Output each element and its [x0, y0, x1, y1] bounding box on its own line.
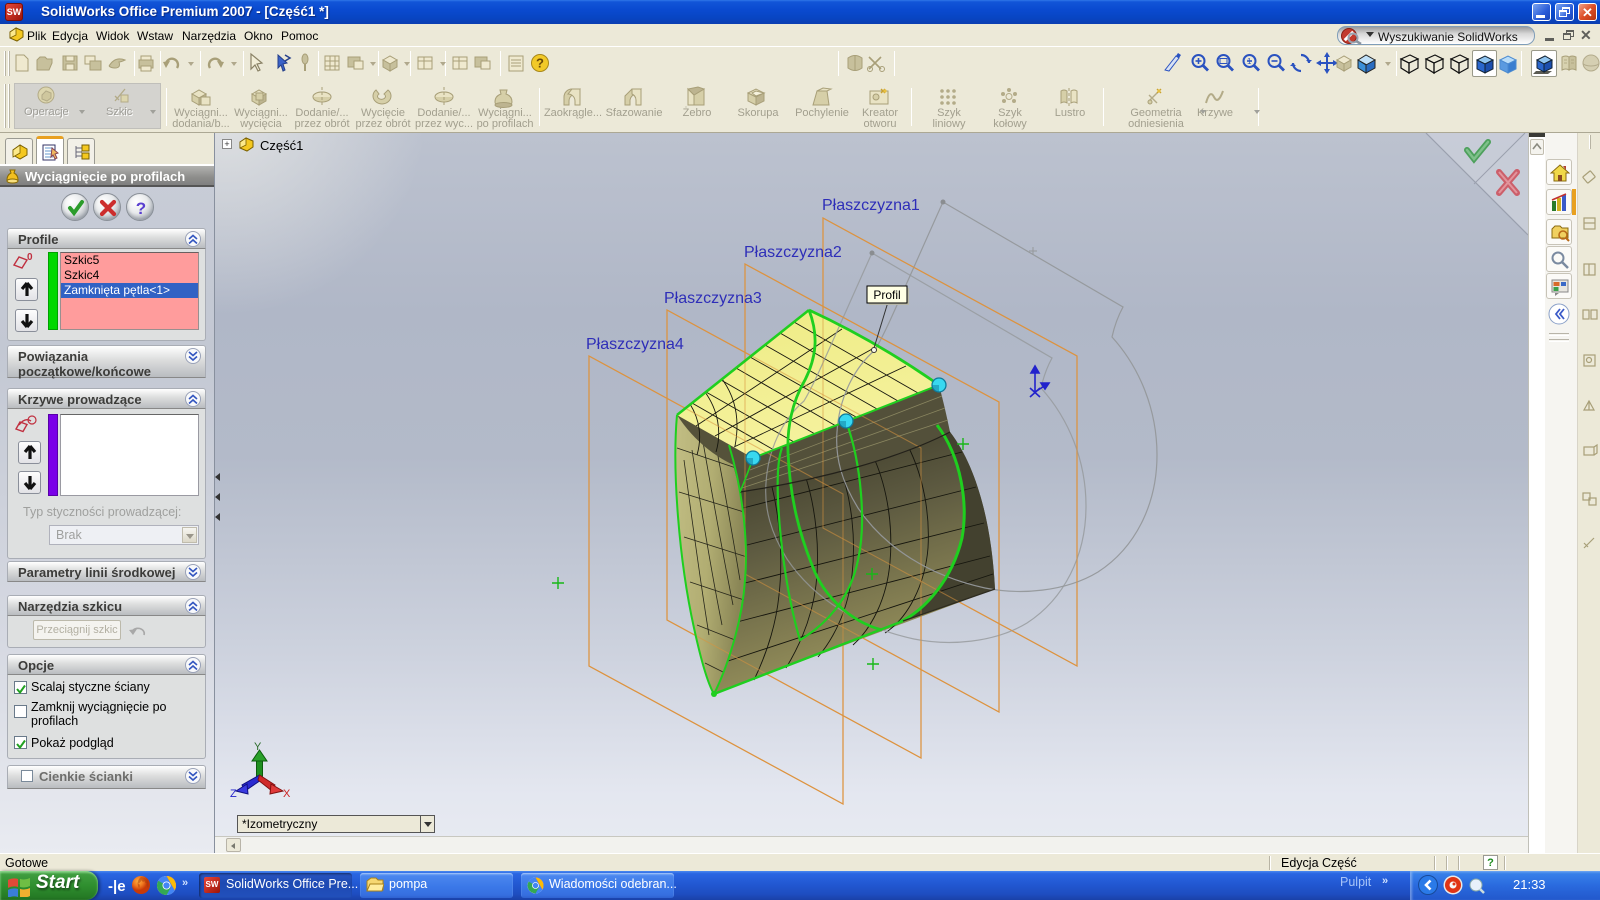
svg-text:-|e: -|e — [108, 878, 126, 895]
svg-text:?: ? — [536, 56, 544, 71]
svg-text:Profil: Profil — [873, 288, 900, 302]
svg-text:Płaszczyzna1: Płaszczyzna1 — [822, 197, 920, 214]
svg-text:0: 0 — [27, 252, 33, 263]
svg-text:X: X — [283, 788, 291, 800]
svg-text:?: ? — [136, 199, 146, 218]
svg-text:Płaszczyzna2: Płaszczyzna2 — [744, 244, 842, 261]
svg-text:Z: Z — [230, 788, 237, 800]
svg-text:Płaszczyzna3: Płaszczyzna3 — [664, 290, 762, 307]
svg-text:Płaszczyzna4: Płaszczyzna4 — [586, 336, 684, 353]
svg-text:1: 1 — [1247, 57, 1252, 66]
